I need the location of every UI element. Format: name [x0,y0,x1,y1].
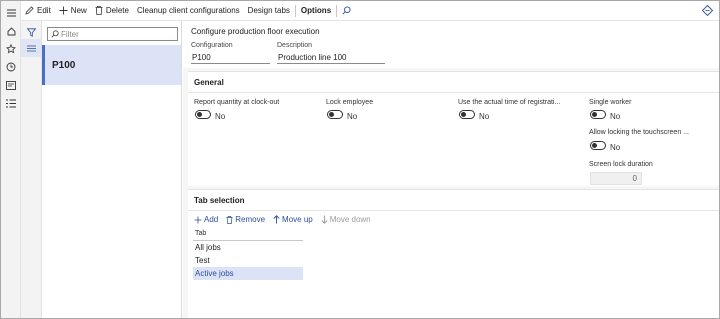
home-icon[interactable] [1,23,21,39]
tab-selection-title[interactable]: Tab selection [194,196,245,205]
hamburger-icon[interactable] [1,5,21,21]
report-quantity-label: Report quantity at clock-out [194,99,280,106]
configuration-field[interactable]: P100 [191,52,270,64]
table-row[interactable]: Active jobs [193,267,303,280]
action-bar-separator [336,4,338,17]
filter-input[interactable] [61,29,171,39]
search-icon [342,6,351,15]
arrow-down-icon [321,215,328,224]
clock-icon[interactable] [1,59,21,75]
move-down-button[interactable]: Move down [321,215,371,224]
report-quantity-toggle[interactable] [195,110,211,119]
screen-lock-duration-field[interactable]: 0 [590,172,642,185]
tab-column-header[interactable]: Tab [193,228,303,241]
design-tabs-button[interactable]: Design tabs [244,1,294,21]
screen-lock-duration-label: Screen lock duration [589,161,653,168]
tab-selection-toolbar: Add Remove Move up Move down [194,215,379,224]
allow-locking-toggle[interactable] [590,141,606,150]
edit-label: Edit [37,6,51,15]
plus-icon [59,6,68,15]
cleanup-label: Cleanup client configurations [136,6,240,15]
add-tab-button[interactable]: Add [194,215,218,224]
section-divider [188,92,719,93]
list-view-icon [27,45,36,51]
tab-grid: Tab All jobs Test Active jobs [193,228,303,280]
trash-icon [95,6,103,15]
actual-time-label: Use the actual time of registrati... [458,99,561,106]
list-item[interactable]: P100 [42,45,181,85]
filter-icon [27,27,36,37]
general-section-title[interactable]: General [194,78,224,87]
pencil-icon [25,6,34,15]
navigation-rail [1,1,21,318]
action-bar: Edit New Delete Cleanup client configura… [21,1,719,21]
table-row[interactable]: All jobs [193,241,303,254]
cleanup-client-configurations-button[interactable]: Cleanup client configurations [133,1,244,21]
action-bar-separator [294,4,296,17]
edit-button[interactable]: Edit [21,1,55,21]
description-field[interactable]: Production line 100 [277,52,385,64]
configuration-label: Configuration [191,42,233,49]
lock-employee-toggle[interactable] [327,110,343,119]
move-down-label: Move down [329,215,371,224]
description-label: Description [277,42,313,49]
tab-selection-section: Tab selection Add Remove Move up Move do… [188,189,719,318]
options-tab[interactable]: Options [297,1,335,21]
lock-employee-label: Lock employee [326,99,374,106]
header-card: Configure production floor execution Con… [183,21,719,68]
general-section: General Report quantity at clock-out No … [188,71,719,186]
section-divider [188,210,719,211]
options-label: Options [300,6,332,15]
single-worker-toggle[interactable] [590,110,606,119]
table-row[interactable]: Test [193,254,303,267]
report-quantity-value: No [215,112,226,121]
details-pane: Configure production floor execution Con… [183,21,719,318]
delete-label: Delete [105,6,129,15]
single-worker-label: Single worker [589,99,632,106]
list-icon[interactable] [1,95,21,111]
allow-locking-value: No [610,143,621,152]
move-up-label: Move up [282,215,313,224]
page-title: Configure production floor execution [191,27,320,36]
arrow-up-icon [273,215,280,224]
design-tabs-label: Design tabs [247,6,290,15]
allow-locking-label: Allow locking the touchscreen ... [589,129,689,136]
add-tab-label: Add [204,215,219,224]
delete-button[interactable]: Delete [91,1,133,21]
list-pane-rail [21,21,42,318]
plus-icon [194,215,202,224]
filter-box [47,27,178,41]
move-up-button[interactable]: Move up [273,215,313,224]
remove-tab-label: Remove [235,215,266,224]
trash-icon [226,215,233,224]
lock-employee-value: No [347,112,358,121]
list-pane: P100 [42,21,182,318]
new-button[interactable]: New [55,1,91,21]
list-item-label: P100 [52,59,76,71]
actual-time-value: No [479,112,490,121]
new-label: New [70,6,87,15]
workspace-icon[interactable] [1,77,21,93]
remove-tab-button[interactable]: Remove [226,215,265,224]
list-view-button[interactable] [21,39,42,57]
actual-time-toggle[interactable] [459,110,475,119]
search-button[interactable] [338,1,358,21]
star-icon[interactable] [1,41,21,57]
search-icon [51,30,59,38]
single-worker-value: No [610,112,621,121]
diamond-icon [701,4,714,17]
office-diamond-button[interactable] [701,4,714,18]
